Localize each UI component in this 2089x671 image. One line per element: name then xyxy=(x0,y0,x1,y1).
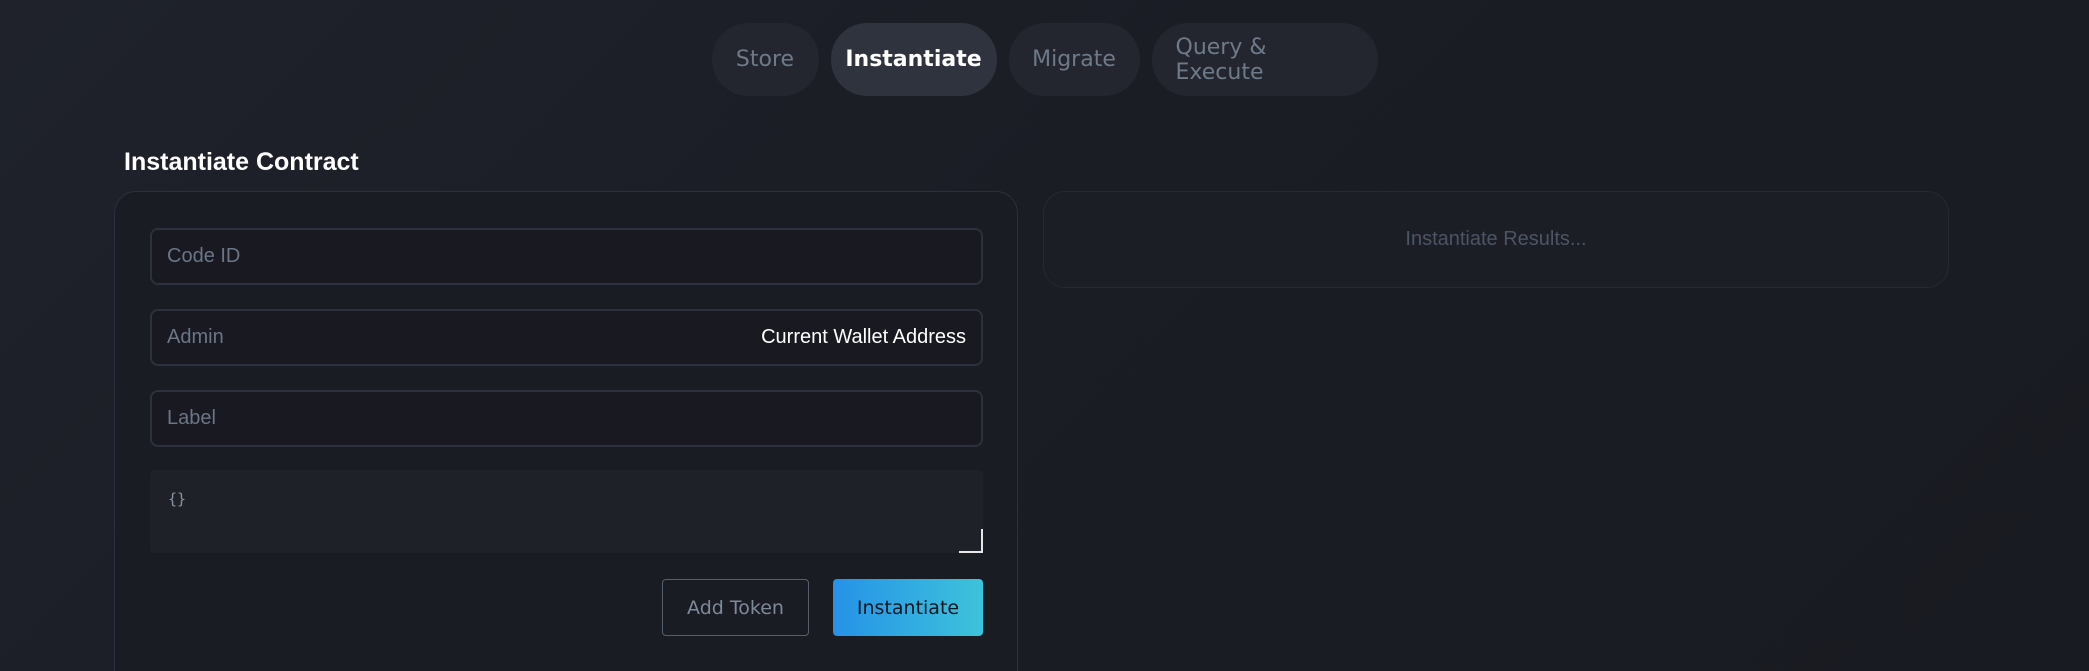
tab-instantiate[interactable]: Instantiate xyxy=(830,23,997,96)
init-message-textarea[interactable]: {} xyxy=(150,470,983,553)
tab-bar: Store Instantiate Migrate Query & Execut… xyxy=(0,23,2089,96)
admin-label: Admin xyxy=(167,326,224,348)
results-panel: Instantiate Results... xyxy=(1043,191,1949,288)
resize-handle-icon[interactable] xyxy=(959,529,983,553)
code-id-field[interactable] xyxy=(150,228,983,285)
tab-store[interactable]: Store xyxy=(711,23,819,96)
results-placeholder: Instantiate Results... xyxy=(1405,228,1587,250)
tab-query-execute[interactable]: Query & Execute xyxy=(1151,23,1378,96)
section-title: Instantiate Contract xyxy=(124,148,359,176)
admin-value[interactable]: Current Wallet Address xyxy=(761,326,966,349)
admin-field[interactable]: Admin Current Wallet Address xyxy=(150,309,983,366)
label-field[interactable] xyxy=(150,390,983,447)
instantiate-form-card: Admin Current Wallet Address {} Add Toke… xyxy=(114,191,1018,671)
code-id-input[interactable] xyxy=(167,245,966,268)
tab-migrate[interactable]: Migrate xyxy=(1008,23,1140,96)
page: Store Instantiate Migrate Query & Execut… xyxy=(0,0,2089,671)
add-token-button[interactable]: Add Token xyxy=(662,579,809,636)
init-message-text: {} xyxy=(168,490,187,508)
label-input[interactable] xyxy=(167,407,966,430)
instantiate-button[interactable]: Instantiate xyxy=(833,579,983,636)
